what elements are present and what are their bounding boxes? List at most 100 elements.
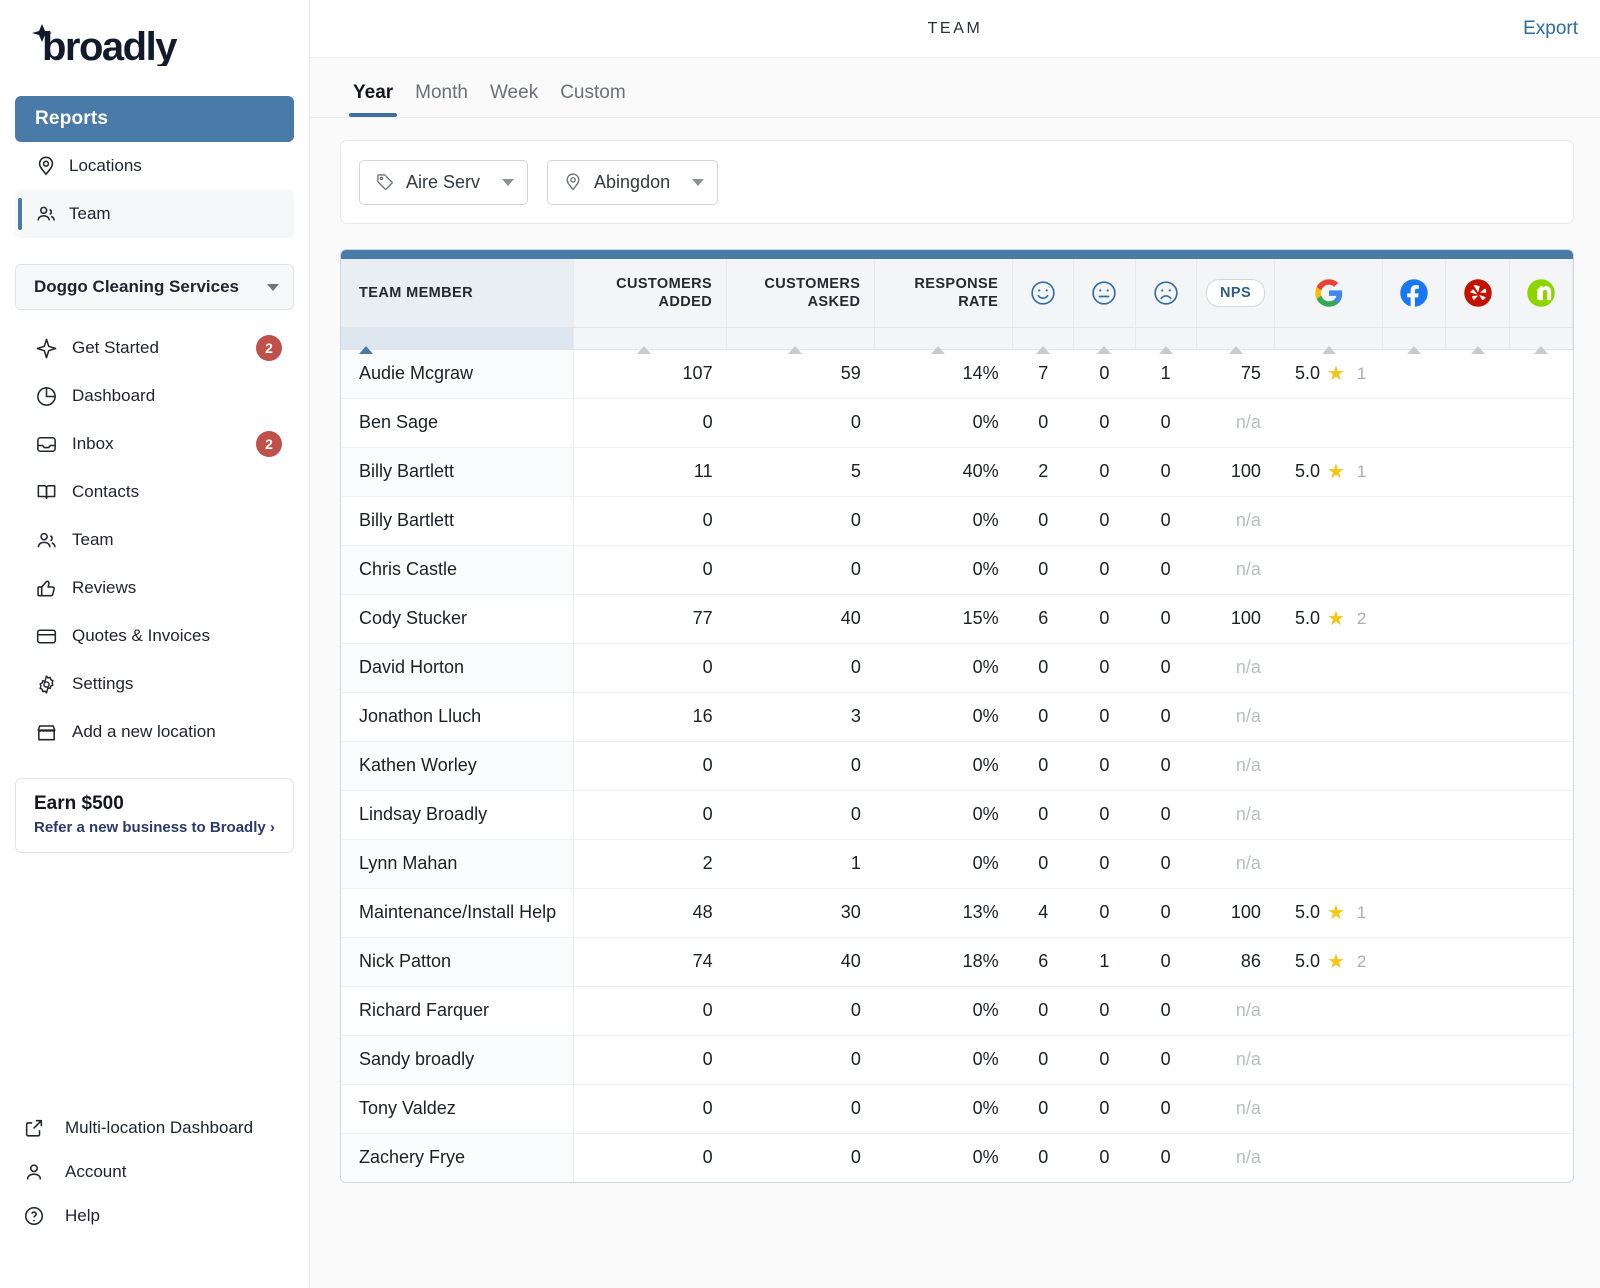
- cell-rate: 40%: [874, 447, 1013, 497]
- sidebar-item-locations[interactable]: Locations: [15, 142, 294, 190]
- cell-added: 0: [573, 398, 727, 448]
- sort-yelp[interactable]: [1445, 327, 1510, 354]
- smiley-sad-icon: [1136, 279, 1196, 307]
- sidebar-item-reports[interactable]: Reports: [15, 96, 294, 142]
- sidebar-item-quotes-invoices[interactable]: Quotes & Invoices: [15, 612, 294, 660]
- table-row[interactable]: Tony Valdez 0 0 0% 0 0 0 n/a: [341, 1084, 1573, 1134]
- sidebar-item-help[interactable]: Help: [15, 1194, 294, 1238]
- column-header-google[interactable]: [1274, 259, 1384, 328]
- yelp-icon: [1446, 278, 1508, 308]
- column-header-customers-asked[interactable]: CUSTOMERS ASKED: [726, 259, 876, 328]
- table-row[interactable]: Lindsay Broadly 0 0 0% 0 0 0 n/a: [341, 790, 1573, 840]
- sort-happy[interactable]: [1012, 327, 1075, 354]
- tab-year[interactable]: Year: [342, 82, 404, 117]
- cell-happy: 7: [1012, 349, 1074, 399]
- google-rating-value: 5.0: [1294, 608, 1320, 628]
- location-filter-value: Abingdon: [594, 171, 671, 192]
- table-row[interactable]: Maintenance/Install Help 48 30 13% 4 0 0 100 5.0…: [341, 888, 1573, 938]
- sidebar-item-inbox[interactable]: Inbox 2: [15, 420, 294, 468]
- sidebar-item-settings[interactable]: Settings: [15, 660, 294, 708]
- sort-asc-icon: [1470, 329, 1485, 354]
- column-header-yelp[interactable]: [1445, 259, 1510, 328]
- column-header-happy[interactable]: [1012, 259, 1075, 328]
- sort-sad[interactable]: [1135, 327, 1197, 354]
- column-header-team-member[interactable]: TEAM MEMBER: [341, 259, 574, 328]
- cell-rate: 0%: [874, 839, 1013, 889]
- cell-neutral: 0: [1073, 643, 1135, 693]
- cell-google-rating: [1274, 496, 1573, 546]
- page-title: TEAM: [927, 19, 983, 37]
- cell-google-rating: 5.0 ★ 1: [1274, 447, 1573, 497]
- sort-nextdoor[interactable]: [1509, 327, 1573, 354]
- location-select[interactable]: Doggo Cleaning Services: [15, 264, 294, 310]
- column-header-nps[interactable]: NPS: [1196, 259, 1276, 328]
- table-row[interactable]: Chris Castle 0 0 0% 0 0 0 n/a: [341, 545, 1573, 595]
- sidebar-item-team[interactable]: Team: [15, 516, 294, 564]
- table-row[interactable]: Jonathon Lluch 16 3 0% 0 0 0 n/a: [341, 692, 1573, 742]
- sort-google[interactable]: [1274, 327, 1384, 354]
- table-row[interactable]: Sandy broadly 0 0 0% 0 0 0 n/a: [341, 1035, 1573, 1085]
- sparkle-icon: [35, 337, 72, 360]
- tab-week[interactable]: Week: [479, 82, 549, 117]
- sidebar-item-label: Quotes & Invoices: [72, 626, 210, 645]
- tab-month[interactable]: Month: [404, 82, 479, 117]
- sidebar-item-get-started[interactable]: Get Started 2: [15, 324, 294, 372]
- sidebar-item-contacts[interactable]: Contacts: [15, 468, 294, 516]
- referral-card[interactable]: Earn $500 Refer a new business to Broadl…: [15, 778, 294, 853]
- cell-rate: 15%: [874, 594, 1013, 644]
- location-filter[interactable]: Abingdon: [547, 159, 719, 205]
- table-row[interactable]: Audie Mcgraw 107 59 14% 7 0 1 75 5.0 ★ 1: [341, 349, 1573, 399]
- google-rating-value: 5.0: [1294, 461, 1320, 481]
- brand-filter[interactable]: Aire Serv: [359, 159, 529, 205]
- table-row[interactable]: Cody Stucker 77 40 15% 6 0 0 100 5.0 ★ 2: [341, 594, 1573, 644]
- sidebar-item-account[interactable]: Account: [15, 1150, 294, 1194]
- table-row[interactable]: Billy Bartlett 11 5 40% 2 0 0 100 5.0 ★ 1: [341, 447, 1573, 497]
- table-row[interactable]: Nick Patton 74 40 18% 6 1 0 86 5.0 ★ 2: [341, 937, 1573, 987]
- tab-custom[interactable]: Custom: [549, 82, 636, 117]
- sort-facebook[interactable]: [1382, 327, 1447, 354]
- cell-asked: 0: [726, 741, 875, 791]
- cell-added: 0: [573, 1035, 727, 1085]
- sort-neutral[interactable]: [1073, 327, 1136, 354]
- sidebar-item-dashboard[interactable]: Dashboard: [15, 372, 294, 420]
- column-header-nextdoor[interactable]: [1509, 259, 1573, 328]
- sort-customers-added[interactable]: [573, 327, 728, 354]
- referral-link[interactable]: Refer a new business to Broadly ›: [34, 819, 275, 836]
- sort-response-rate[interactable]: [874, 327, 1014, 354]
- cell-asked: 30: [726, 888, 875, 938]
- cell-member: Nick Patton: [341, 937, 574, 987]
- table-row[interactable]: Lynn Mahan 2 1 0% 0 0 0 n/a: [341, 839, 1573, 889]
- cell-sad: 0: [1160, 1147, 1171, 1168]
- cell-neutral: 0: [1073, 986, 1135, 1036]
- gear-icon: [35, 673, 72, 696]
- table-row[interactable]: David Horton 0 0 0% 0 0 0 n/a: [341, 643, 1573, 693]
- table-row[interactable]: Richard Farquer 0 0 0% 0 0 0 n/a: [341, 986, 1573, 1036]
- export-button[interactable]: Export: [1523, 18, 1578, 40]
- table-row[interactable]: Ben Sage 0 0 0% 0 0 0 n/a: [341, 398, 1573, 448]
- column-header-customers-added[interactable]: CUSTOMERS ADDED: [573, 259, 728, 328]
- sidebar-item-multi-location-dashboard[interactable]: Multi-location Dashboard: [15, 1106, 294, 1150]
- column-header-facebook[interactable]: [1382, 259, 1447, 328]
- column-header-sad[interactable]: [1135, 259, 1197, 328]
- column-header-response-rate[interactable]: RESPONSE RATE: [874, 259, 1014, 328]
- cell-nps: n/a: [1196, 643, 1275, 693]
- star-icon: ★: [1326, 950, 1345, 973]
- sort-team-member[interactable]: [341, 327, 574, 354]
- sidebar-item-team-report[interactable]: Team: [15, 190, 294, 238]
- cell-added: 2: [573, 839, 727, 889]
- sidebar-item-reviews[interactable]: Reviews: [15, 564, 294, 612]
- table-row[interactable]: Billy Bartlett 0 0 0% 0 0 0 n/a: [341, 496, 1573, 546]
- sort-asc-icon: [359, 329, 373, 354]
- cell-nps: n/a: [1196, 790, 1275, 840]
- table-row[interactable]: Zachery Frye 0 0 0% 0 0 0 n/a: [341, 1133, 1573, 1182]
- cell-happy: 0: [1012, 1084, 1074, 1134]
- column-header-neutral[interactable]: [1073, 259, 1136, 328]
- sort-nps[interactable]: [1196, 327, 1276, 354]
- logo[interactable]: broadly: [0, 0, 309, 96]
- cell-sad: 0: [1135, 986, 1197, 1036]
- period-tabs: Year Month Week Custom: [310, 58, 1600, 118]
- sort-customers-asked[interactable]: [726, 327, 876, 354]
- sidebar-item-add-location[interactable]: Add a new location: [15, 708, 294, 756]
- cell-happy: 2: [1012, 447, 1074, 497]
- table-row[interactable]: Kathen Worley 0 0 0% 0 0 0 n/a: [341, 741, 1573, 791]
